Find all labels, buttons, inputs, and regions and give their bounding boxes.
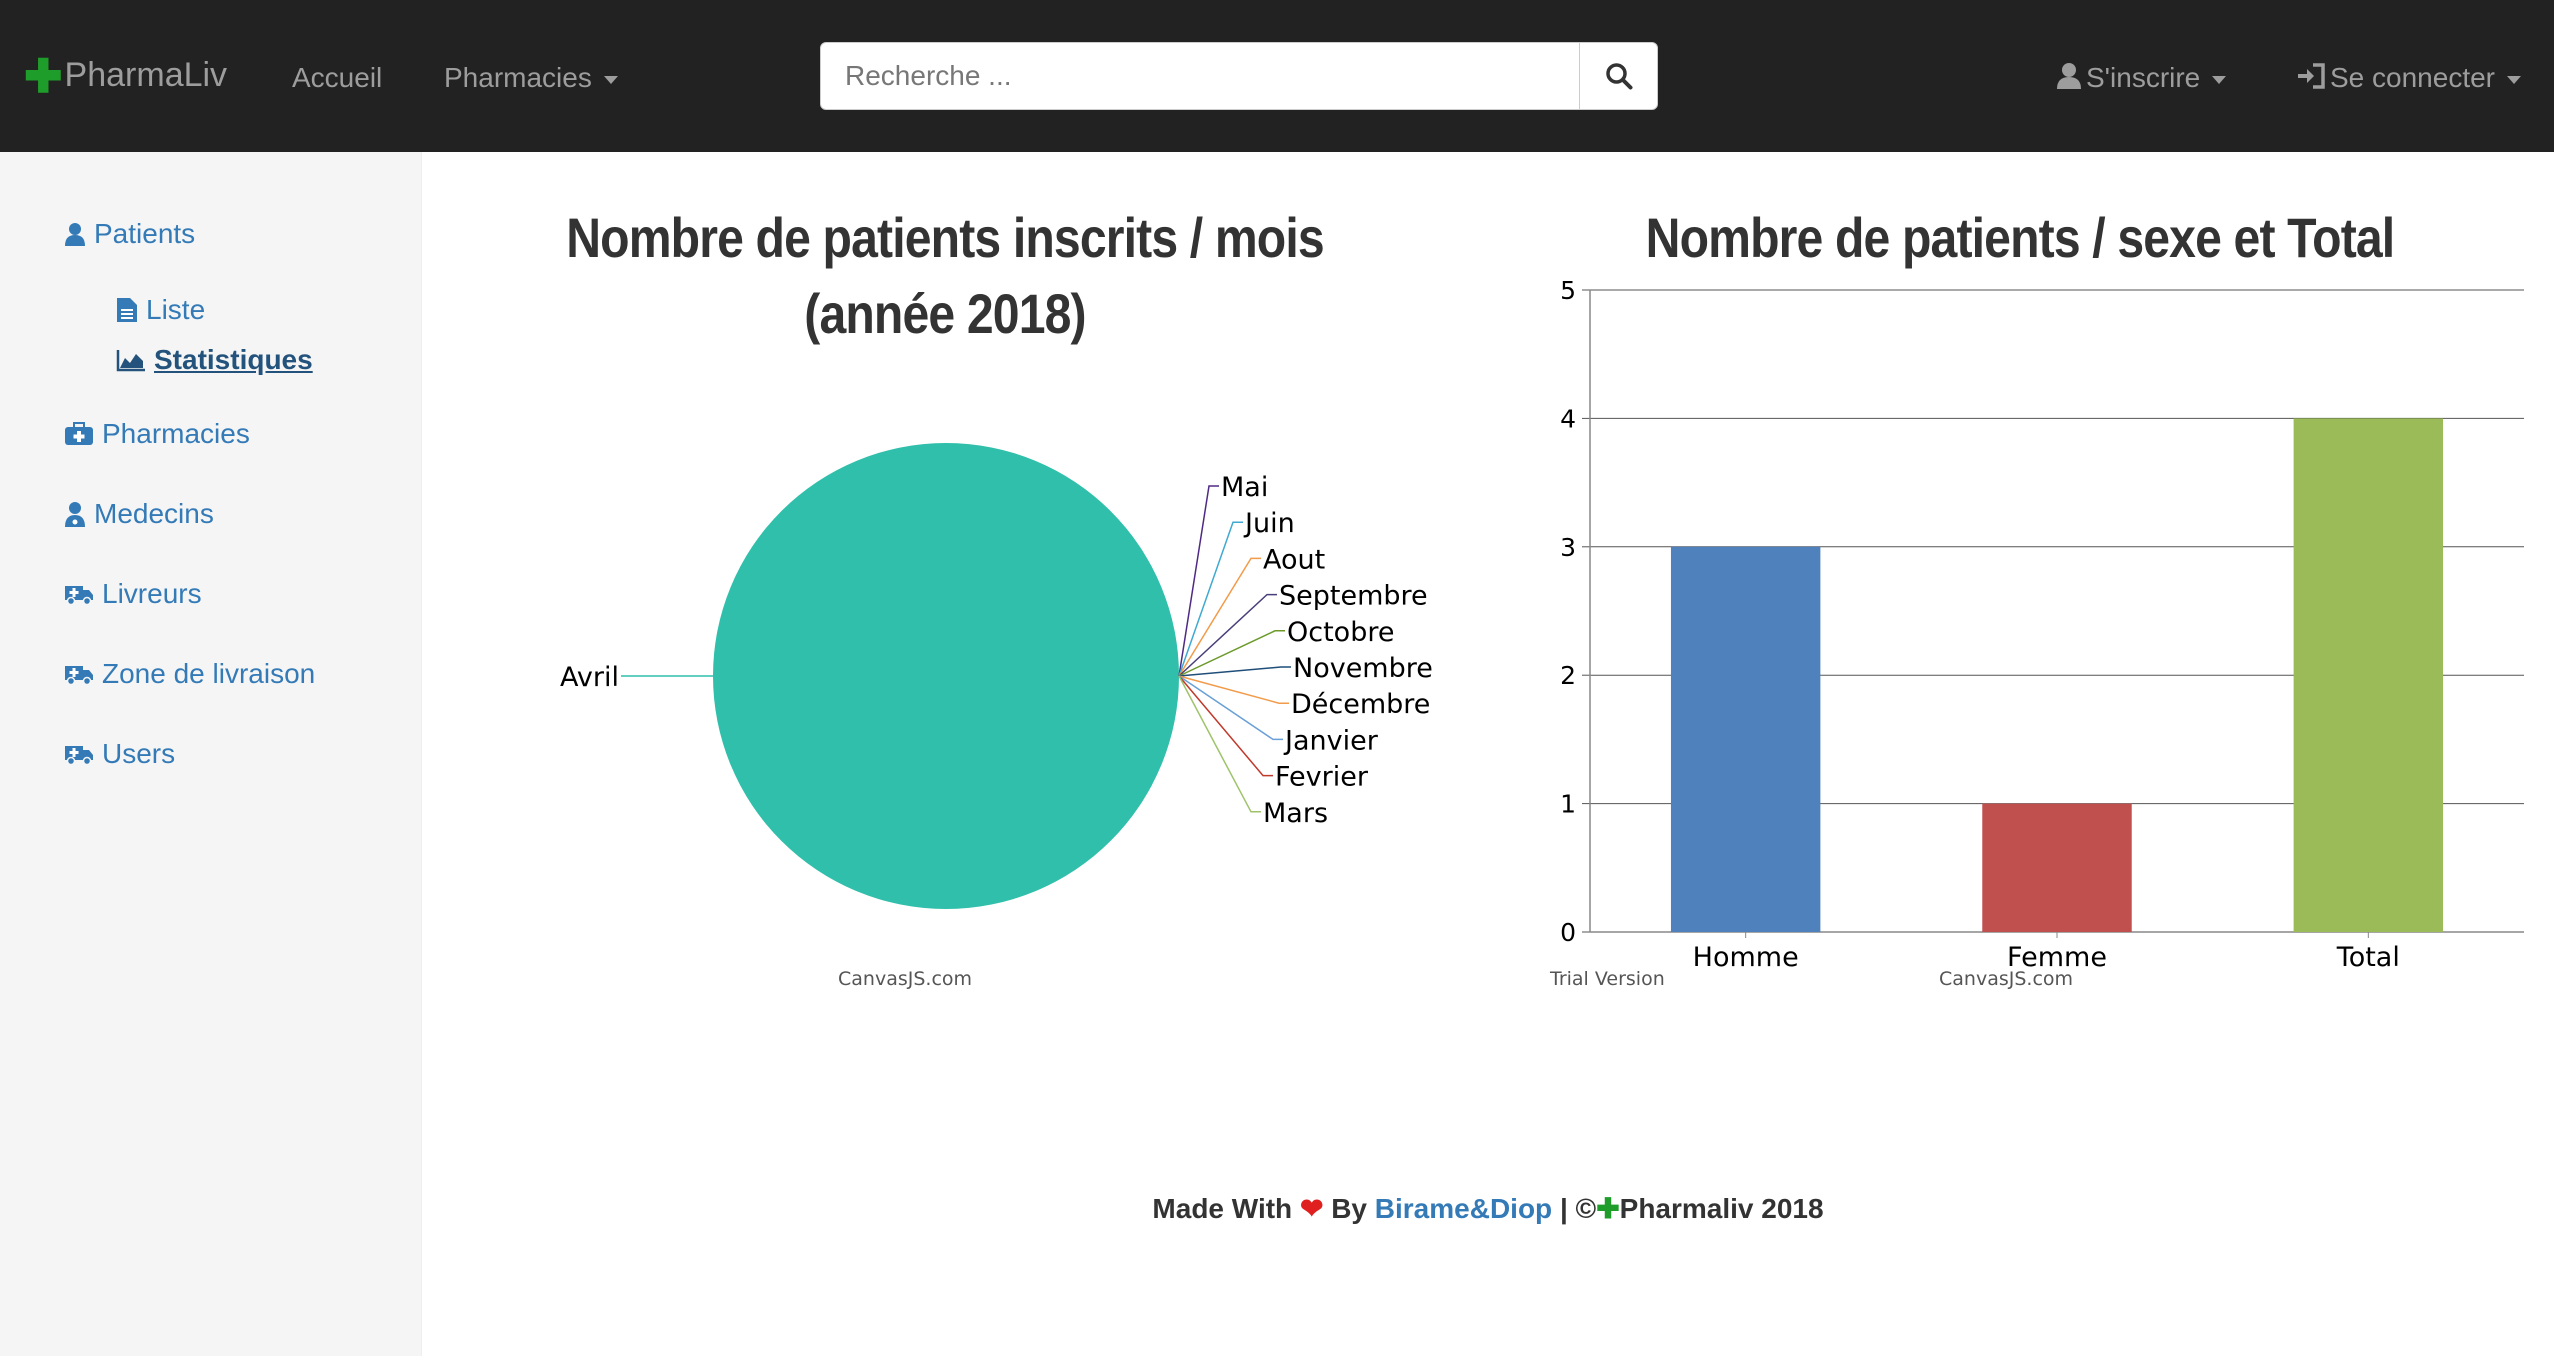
- sidebar-item-label: Patients: [94, 218, 196, 249]
- pie-label: Fevrier: [1275, 762, 1369, 793]
- pie-chart-credit: CanvasJS.com: [838, 968, 973, 990]
- pie-label-connector: [1178, 675, 1261, 813]
- caret-down-icon: [2507, 75, 2521, 84]
- sidebar-item-pharmacies[interactable]: Pharmacies: [64, 418, 250, 450]
- heart-icon: ❤: [1299, 1193, 1324, 1224]
- y-tick-label: 2: [1560, 661, 1576, 690]
- x-tick-label: Femme: [2007, 942, 2107, 970]
- pie-label: Septembre: [1279, 581, 1428, 612]
- sidebar-item-users[interactable]: Users: [64, 738, 175, 770]
- file-icon: [117, 298, 137, 322]
- sidebar-item-livreurs[interactable]: Livreurs: [64, 578, 202, 610]
- pie-label: Juin: [1243, 508, 1295, 539]
- pie-label: Aout: [1263, 544, 1325, 575]
- nav-home-link[interactable]: Accueil: [292, 62, 382, 94]
- pie-chart-title-line2: (année 2018): [804, 282, 1086, 345]
- footer-prefix: Made With: [1152, 1193, 1293, 1224]
- ambulance-icon: [65, 746, 93, 766]
- brand-link[interactable]: ✚ PharmaLiv: [24, 49, 228, 102]
- pie-label-connector: [1178, 557, 1261, 677]
- x-tick-label: Homme: [1693, 942, 1799, 970]
- ambulance-icon: [65, 586, 93, 606]
- plus-icon: ✚: [24, 49, 63, 102]
- pie-label: Octobre: [1287, 617, 1394, 648]
- pie-label: Mai: [1221, 472, 1268, 503]
- user-icon: [2057, 63, 2081, 89]
- search-button[interactable]: [1579, 43, 1657, 109]
- y-tick-label: 3: [1560, 533, 1576, 562]
- sidebar-item-patients[interactable]: Patients: [64, 218, 195, 250]
- search-icon: [1605, 63, 1632, 90]
- nav-login-dropdown[interactable]: Se connecter: [2296, 62, 2521, 94]
- pie-chart: Avril Mai Juin Aout Septembre Octobre Novembre…: [560, 443, 1433, 909]
- sidebar-item-label: Statistiques: [154, 344, 313, 375]
- search-input[interactable]: [821, 43, 1579, 109]
- navbar: ✚ PharmaLiv Accueil Pharmacies S'inscrir…: [0, 0, 2554, 152]
- pie-label-connector: [1178, 675, 1289, 704]
- caret-down-icon: [603, 75, 618, 84]
- footer-author-link[interactable]: Birame&Diop: [1375, 1193, 1552, 1224]
- pie-label: Décembre: [1291, 689, 1430, 720]
- sidebar-item-label: Users: [102, 738, 176, 769]
- caret-down-icon: [2212, 75, 2227, 84]
- bar-chart: 0 1 2 3 4 5 Homme Femme Total: [1560, 276, 2524, 970]
- pie-slice: [713, 443, 1179, 909]
- user-icon: [65, 223, 85, 246]
- sidebar-item-patients-list[interactable]: Liste: [116, 294, 205, 326]
- pie-label-connector: [1178, 521, 1243, 677]
- nav-signup-dropdown[interactable]: S'inscrire: [2056, 62, 2227, 94]
- brand-name: PharmaLiv: [64, 56, 228, 94]
- search-group: [820, 42, 1658, 110]
- sidebar-item-label: Pharmacies: [102, 418, 250, 449]
- pie-label-connector: [1178, 630, 1285, 677]
- pie-label-connector: [1178, 675, 1283, 741]
- footer-separator: | ©: [1559, 1193, 1597, 1224]
- sidebar-item-label: Liste: [146, 294, 206, 325]
- bar: [1982, 803, 2132, 932]
- user-md-icon: [65, 502, 85, 527]
- pie-label: Novembre: [1293, 653, 1433, 684]
- y-tick-label: 5: [1560, 276, 1576, 305]
- y-tick-label: 0: [1560, 918, 1576, 947]
- nav-pharmacies-dropdown[interactable]: Pharmacies: [444, 62, 618, 94]
- sidebar: Patients Liste Statistiques Pharmacies M…: [0, 152, 422, 1356]
- pie-label-connector: [1178, 675, 1273, 777]
- pie-label: Mars: [1263, 798, 1328, 829]
- ambulance-icon: [65, 666, 93, 686]
- nav-login-label: Se connecter: [2330, 62, 2495, 93]
- sidebar-item-zone-livraison[interactable]: Zone de livraison: [64, 658, 315, 690]
- sidebar-item-label: Livreurs: [102, 578, 202, 609]
- footer-brand-year: Pharmaliv 2018: [1619, 1193, 1824, 1224]
- pie-label: Avril: [560, 662, 619, 693]
- sidebar-item-medecins[interactable]: Medecins: [64, 498, 214, 530]
- pie-chart-title: Nombre de patients inscrits / mois (anné…: [511, 200, 1380, 352]
- footer: Made With ❤ By Birame&Diop | ©✚Pharmaliv…: [422, 1192, 2554, 1225]
- pie-label: Janvier: [1283, 725, 1379, 756]
- bar-chart-trial: Trial Version: [1550, 968, 1665, 990]
- sidebar-item-label: Medecins: [94, 498, 214, 529]
- bar: [2293, 418, 2444, 932]
- sidebar-item-label: Zone de livraison: [102, 658, 316, 689]
- x-tick-label: Total: [2336, 942, 2400, 970]
- y-tick-label: 4: [1560, 404, 1576, 433]
- nav-signup-label: S'inscrire: [2086, 62, 2201, 93]
- y-tick-label: 1: [1560, 790, 1576, 819]
- sign-in-icon: [2298, 63, 2325, 89]
- pie-chart-title-line1: Nombre de patients inscrits / mois: [566, 206, 1324, 269]
- bar-chart-credit: CanvasJS.com: [1939, 968, 2074, 990]
- bar: [1670, 546, 1821, 932]
- bar-chart-title: Nombre de patients / sexe et Total: [1645, 206, 2396, 269]
- nav-pharmacies-label: Pharmacies: [444, 62, 592, 93]
- area-chart-icon: [116, 350, 145, 372]
- footer-by: By: [1331, 1193, 1367, 1224]
- sidebar-item-patients-stats[interactable]: Statistiques: [116, 344, 313, 376]
- medkit-icon: [65, 422, 93, 445]
- plus-icon: ✚: [1596, 1193, 1620, 1224]
